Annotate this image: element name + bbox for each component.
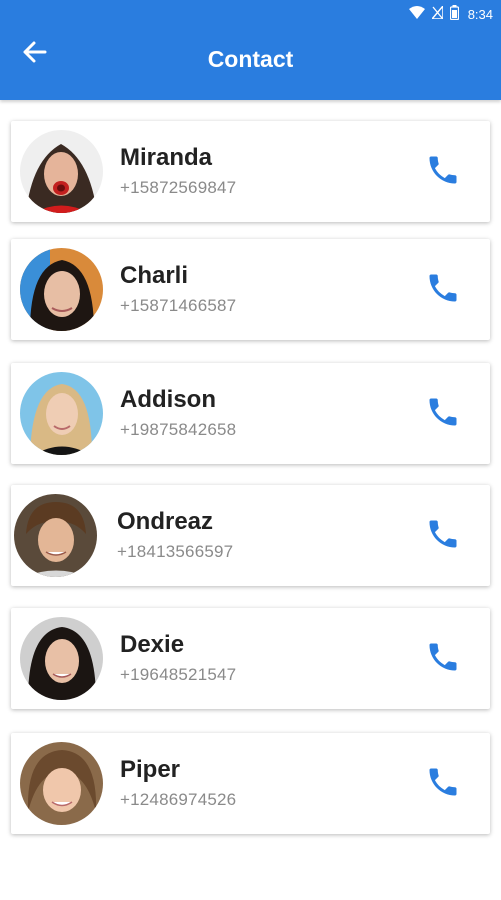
- battery-icon: [449, 5, 459, 23]
- phone-icon: [425, 516, 461, 557]
- contact-phone: +19648521547: [120, 665, 237, 684]
- app-bar: 8:34 Contact: [0, 0, 501, 100]
- call-button[interactable]: [422, 515, 464, 557]
- contact-name: Dexie: [120, 631, 185, 658]
- call-button[interactable]: [422, 269, 464, 311]
- call-button[interactable]: [422, 763, 464, 805]
- contact-card[interactable]: Piper +12486974526: [11, 733, 490, 834]
- contact-name: Piper: [120, 756, 181, 783]
- status-bar: 8:34: [408, 3, 493, 24]
- contact-name: Ondreaz: [117, 508, 214, 535]
- contact-card[interactable]: Miranda +15872569847: [11, 121, 490, 222]
- avatar: [20, 742, 103, 825]
- avatar: [20, 372, 103, 455]
- contact-name: Miranda: [120, 144, 213, 171]
- avatar: [20, 617, 103, 700]
- contact-card[interactable]: Dexie +19648521547: [11, 608, 490, 709]
- contact-name: Addison: [120, 386, 216, 413]
- signal-icon: [430, 3, 444, 22]
- contact-card[interactable]: Addison +19875842658: [11, 363, 490, 464]
- avatar: [14, 494, 97, 577]
- contact-phone: +12486974526: [120, 790, 237, 809]
- phone-icon: [425, 394, 461, 435]
- contact-phone: +19875842658: [120, 420, 237, 439]
- avatar: [20, 248, 103, 331]
- phone-icon: [425, 764, 461, 805]
- call-button[interactable]: [422, 393, 464, 435]
- contact-phone: +15871466587: [120, 296, 237, 315]
- call-button[interactable]: [422, 151, 464, 193]
- phone-icon: [425, 152, 461, 193]
- contact-phone: +15872569847: [120, 178, 237, 197]
- phone-icon: [425, 639, 461, 680]
- contact-card[interactable]: Charli +15871466587: [11, 239, 490, 340]
- contact-card[interactable]: Ondreaz +18413566597: [11, 485, 490, 586]
- call-button[interactable]: [422, 638, 464, 680]
- status-time: 8:34: [467, 6, 493, 22]
- avatar: [20, 130, 103, 213]
- wifi-icon: [408, 6, 425, 22]
- phone-icon: [425, 270, 461, 311]
- contact-name: Charli: [120, 262, 189, 289]
- contact-phone: +18413566597: [117, 542, 234, 561]
- page-title: Contact: [207, 46, 294, 72]
